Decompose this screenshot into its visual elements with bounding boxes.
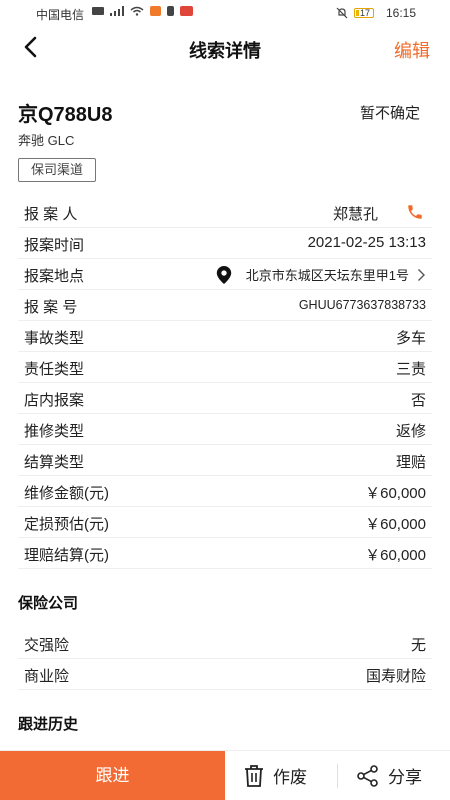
in-store-label: 店内报案 bbox=[24, 392, 85, 409]
report-number-value: GHUU6773637838733 bbox=[298, 298, 426, 312]
accident-type-label: 事故类型 bbox=[24, 330, 85, 347]
loss-estimate-row: 定损预估(元) ￥60,000 bbox=[18, 507, 432, 538]
accident-type-value: 多车 bbox=[395, 330, 426, 347]
commercial-insurance-label: 商业险 bbox=[24, 668, 70, 685]
void-label: 作废 bbox=[273, 768, 307, 787]
car-model: 奔驰 GLC bbox=[18, 133, 75, 148]
compulsory-insurance-value: 无 bbox=[410, 637, 426, 654]
claim-settlement-value: ￥60,000 bbox=[365, 547, 426, 564]
share-button[interactable]: 分享 bbox=[356, 763, 422, 788]
in-store-row: 店内报案 否 bbox=[18, 383, 432, 414]
settlement-type-label: 结算类型 bbox=[24, 454, 85, 471]
liability-type-value: 三责 bbox=[395, 361, 426, 378]
liability-type-label: 责任类型 bbox=[24, 361, 85, 378]
loss-estimate-label: 定损预估(元) bbox=[24, 516, 109, 533]
compulsory-insurance-label: 交强险 bbox=[24, 637, 70, 654]
report-time-value: 2021-02-25 13:13 bbox=[307, 234, 426, 251]
settlement-type-row: 结算类型 理赔 bbox=[18, 445, 432, 476]
void-button[interactable]: 作废 bbox=[243, 763, 307, 788]
repair-type-value: 返修 bbox=[395, 423, 426, 440]
repair-type-row: 推修类型 返修 bbox=[18, 414, 432, 445]
report-number-label: 报 案 号 bbox=[24, 299, 78, 316]
status-bar: 中国电信 17 16:15 bbox=[0, 0, 450, 26]
repair-amount-row: 维修金额(元) ￥60,000 bbox=[18, 476, 432, 507]
clock: 16:15 bbox=[385, 6, 416, 20]
report-time-label: 报案时间 bbox=[24, 237, 85, 254]
app-notification-icon bbox=[150, 6, 161, 16]
location-link[interactable]: 北京市东城区天坛东里甲1号 bbox=[216, 265, 426, 284]
repair-type-label: 推修类型 bbox=[24, 423, 85, 440]
license-plate: 京Q788U8 bbox=[18, 104, 113, 126]
message-notification-icon bbox=[180, 6, 193, 16]
hd-icon bbox=[92, 7, 104, 15]
history-section-title: 跟进历史 bbox=[18, 716, 79, 733]
share-icon bbox=[357, 764, 378, 787]
mute-icon bbox=[336, 7, 348, 19]
in-store-value: 否 bbox=[410, 392, 426, 409]
location-pin-icon bbox=[216, 265, 231, 284]
share-label: 分享 bbox=[388, 768, 422, 787]
edit-button[interactable]: 编辑 bbox=[394, 37, 430, 63]
nav-bar: 线索详情 编辑 bbox=[0, 26, 450, 70]
status-icons bbox=[92, 6, 193, 16]
accident-type-row: 事故类型 多车 bbox=[18, 321, 432, 352]
report-location-label: 报案地点 bbox=[24, 268, 85, 285]
liability-type-row: 责任类型 三责 bbox=[18, 352, 432, 383]
bottom-action-bar: 跟进 作废 分享 bbox=[0, 750, 450, 800]
channel-tag: 保司渠道 bbox=[18, 158, 97, 182]
phone-icon[interactable] bbox=[406, 203, 424, 221]
settlement-type-value: 理赔 bbox=[395, 454, 426, 471]
commercial-insurance-row: 商业险 国寿财险 bbox=[18, 659, 432, 690]
reporter-value: 郑慧孔 bbox=[332, 206, 378, 223]
lock-notification-icon bbox=[167, 6, 174, 16]
report-location-row[interactable]: 报案地点 北京市东城区天坛东里甲1号 bbox=[18, 259, 432, 290]
status-right: 17 16:15 bbox=[336, 6, 416, 20]
reporter-row: 报 案 人 郑慧孔 bbox=[18, 197, 432, 228]
compulsory-insurance-row: 交强险 无 bbox=[18, 628, 432, 659]
detail-list: 报 案 人 郑慧孔 报案时间 2021-02-25 13:13 报案地点 北京市… bbox=[18, 197, 432, 569]
repair-amount-label: 维修金额(元) bbox=[24, 485, 109, 502]
follow-up-button[interactable]: 跟进 bbox=[0, 751, 225, 800]
chevron-right-icon bbox=[418, 268, 425, 281]
claim-settlement-row: 理赔结算(元) ￥60,000 bbox=[18, 538, 432, 569]
insurance-list: 交强险 无 商业险 国寿财险 bbox=[18, 628, 432, 690]
loss-estimate-value: ￥60,000 bbox=[365, 516, 426, 533]
commercial-insurance-value: 国寿财险 bbox=[365, 668, 426, 685]
insurance-section-title: 保险公司 bbox=[18, 595, 79, 612]
claim-settlement-label: 理赔结算(元) bbox=[24, 547, 109, 564]
lead-status: 暂不确定 bbox=[359, 105, 420, 122]
repair-amount-value: ￥60,000 bbox=[365, 485, 426, 502]
report-number-row: 报 案 号 GHUU6773637838733 bbox=[18, 290, 432, 321]
trash-icon bbox=[245, 764, 263, 787]
battery-icon bbox=[353, 8, 374, 18]
carrier-label: 中国电信 bbox=[36, 8, 85, 22]
wifi-icon bbox=[130, 6, 144, 16]
report-time-row: 报案时间 2021-02-25 13:13 bbox=[18, 228, 432, 259]
signal-icon bbox=[110, 6, 124, 16]
reporter-label: 报 案 人 bbox=[24, 206, 78, 223]
report-location-value: 北京市东城区天坛东里甲1号 bbox=[245, 268, 409, 283]
page-title: 线索详情 bbox=[189, 41, 261, 61]
action-divider bbox=[337, 764, 338, 788]
